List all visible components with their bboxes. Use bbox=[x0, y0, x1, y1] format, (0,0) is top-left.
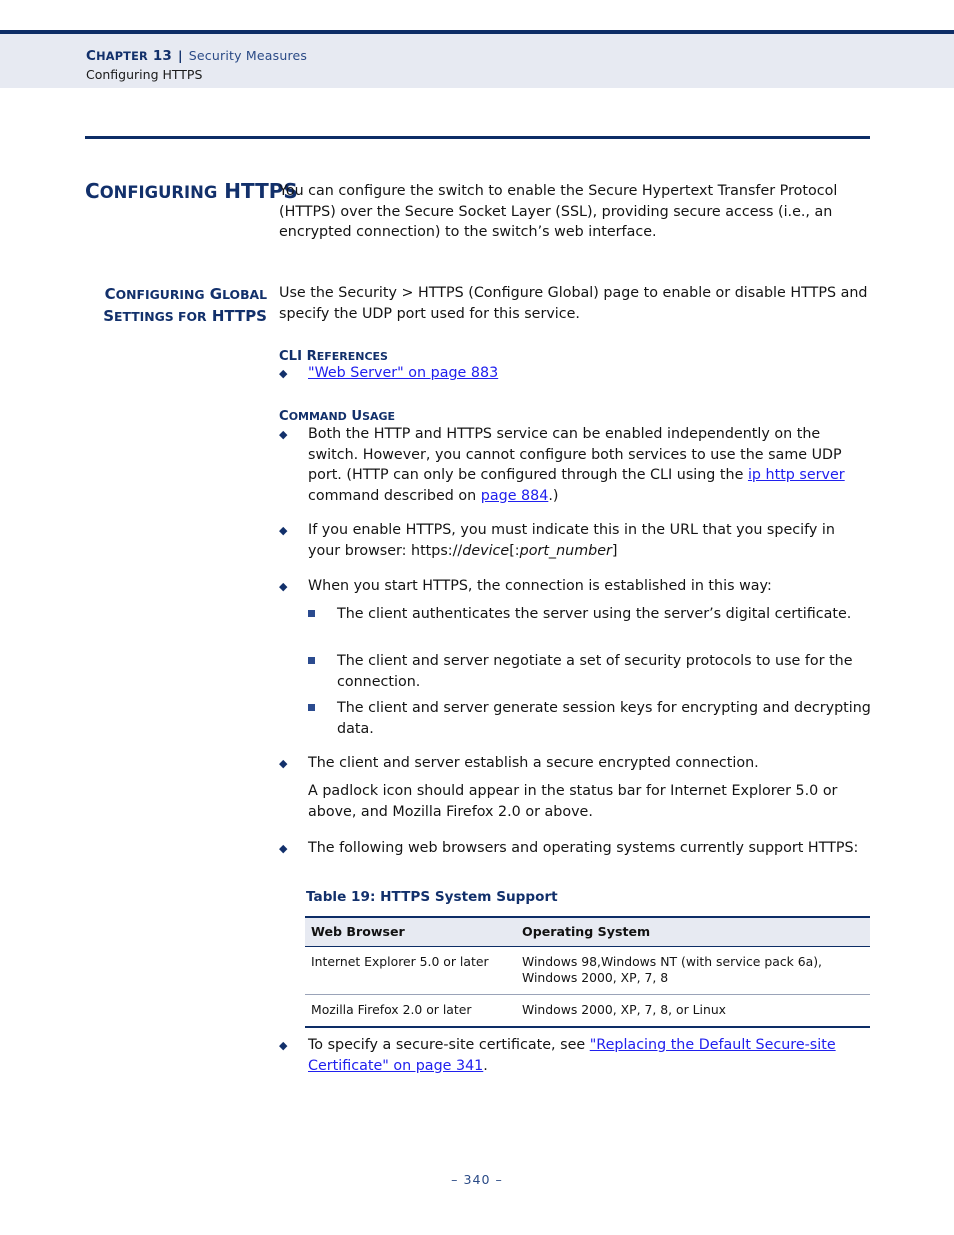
sidehead-l1-cap1: C bbox=[104, 285, 116, 303]
bullet2-italic-portnumber: port_number bbox=[519, 542, 612, 559]
table-header: Web Browser Operating System bbox=[305, 916, 870, 947]
sidehead-l1-mid: ONFIGURING bbox=[115, 287, 205, 302]
diamond-bullet-icon: ◆ bbox=[279, 367, 288, 380]
cell-os: Windows 2000, XP, 7, 8, or Linux bbox=[516, 994, 870, 1028]
command-usage-bullet-6-text: To specify a secure-site certificate, se… bbox=[308, 1035, 871, 1076]
ip-http-server-link[interactable]: ip http server bbox=[748, 467, 845, 483]
column-header-web-browser: Web Browser bbox=[305, 916, 516, 947]
square-bullet-icon bbox=[308, 610, 315, 617]
sidehead-l2-acronym: HTTPS bbox=[211, 307, 267, 325]
section-title-cap: C bbox=[85, 179, 100, 204]
table-row: Mozilla Firefox 2.0 or later Windows 200… bbox=[305, 994, 870, 1028]
sub-bullet-text: The client and server negotiate a set of… bbox=[337, 653, 853, 690]
subsection-intro-text: Use the Security > HTTPS (Configure Glob… bbox=[279, 285, 868, 322]
subsection-intro-paragraph: Use the Security > HTTPS (Configure Glob… bbox=[279, 283, 871, 324]
sub-bullet-item: The client and server generate session k… bbox=[308, 698, 871, 739]
sub-bullet-item: The client and server negotiate a set of… bbox=[308, 651, 871, 692]
command-usage-bullet-1-text: Both the HTTP and HTTPS service can be e… bbox=[308, 424, 871, 506]
table-caption: Table 19: HTTPS System Support bbox=[306, 889, 558, 905]
command-usage-bullet-4-continuation: A padlock icon should appear in the stat… bbox=[279, 781, 871, 822]
cli-references-heading: CLI REFERENCES bbox=[279, 345, 388, 364]
command-usage-bullet-4-continuation-text: A padlock icon should appear in the stat… bbox=[308, 783, 838, 820]
page-running-header: CHAPTER 13 | Security Measures Configuring… bbox=[0, 30, 954, 88]
square-bullet-icon bbox=[308, 704, 315, 711]
bullet2-italic-device: device bbox=[462, 542, 510, 559]
diamond-bullet-icon: ◆ bbox=[279, 524, 288, 537]
sidehead-l1-cap2: G bbox=[209, 285, 223, 303]
command-usage-bullet-5: ◆ The following web browsers and operati… bbox=[279, 838, 871, 859]
chapter-label-rest: HAPTER bbox=[96, 50, 148, 63]
cli-reference-item: ◆ "Web Server" on page 883 bbox=[279, 363, 871, 384]
command-usage-bullet-4: ◆ The client and server establish a secu… bbox=[279, 753, 871, 774]
square-bullet-icon bbox=[308, 657, 315, 664]
subsection-side-heading-line1: CONFIGURING GLOBAL bbox=[60, 283, 267, 305]
page-number: – 340 – bbox=[451, 1172, 503, 1187]
command-usage-heading-end: SAGE bbox=[362, 410, 396, 423]
https-system-support-table: Web Browser Operating System Internet Ex… bbox=[305, 916, 870, 1028]
diamond-bullet-icon: ◆ bbox=[279, 580, 288, 593]
cell-browser: Internet Explorer 5.0 or later bbox=[305, 946, 516, 995]
command-usage-bullet-2-text: If you enable HTTPS, you must indicate t… bbox=[308, 520, 871, 561]
chapter-number: 13 bbox=[152, 48, 173, 64]
bullet1-segment-b: command described on bbox=[308, 487, 481, 504]
command-usage-heading: COMMAND USAGE bbox=[279, 405, 395, 424]
diamond-bullet-icon: ◆ bbox=[279, 428, 288, 441]
cli-reference-link[interactable]: "Web Server" on page 883 bbox=[308, 365, 498, 381]
bullet2-segment-b: [: bbox=[509, 542, 520, 559]
bullet6-segment-a: To specify a secure-site certificate, se… bbox=[308, 1037, 590, 1053]
breadcrumb: CHAPTER 13 | Security Measures bbox=[86, 48, 307, 64]
section-intro-text: You can configure the switch to enable t… bbox=[279, 183, 838, 240]
column-header-operating-system: Operating System bbox=[516, 916, 870, 947]
command-usage-bullet-1: ◆ Both the HTTP and HTTPS service can be… bbox=[279, 424, 871, 506]
diamond-bullet-icon: ◆ bbox=[279, 757, 288, 770]
bullet2-segment-c: ] bbox=[611, 542, 618, 559]
cli-reference-text: "Web Server" on page 883 bbox=[308, 363, 871, 384]
sub-bullet-text: The client and server generate session k… bbox=[337, 700, 871, 737]
sidehead-l2-mid: ETTINGS FOR bbox=[114, 309, 207, 324]
command-usage-bullet-2: ◆ If you enable HTTPS, you must indicate… bbox=[279, 520, 871, 561]
command-usage-bullet-4-text: The client and server establish a secure… bbox=[308, 755, 759, 771]
page-title: CONFIGURING HTTPS bbox=[85, 168, 298, 206]
diamond-bullet-icon: ◆ bbox=[279, 1039, 288, 1052]
table-header-row: Web Browser Operating System bbox=[305, 916, 870, 947]
section-divider-rule bbox=[85, 136, 870, 139]
breadcrumb-separator: | bbox=[178, 48, 183, 63]
page-footer: – 340 – bbox=[0, 1172, 954, 1187]
section-title-smallcaps: ONFIGURING bbox=[99, 183, 218, 203]
command-usage-bullet-5-text: The following web browsers and operating… bbox=[308, 840, 859, 856]
bullet6-segment-b: . bbox=[483, 1057, 488, 1074]
command-usage-bullet-3-text: When you start HTTPS, the connection is … bbox=[308, 578, 772, 594]
command-usage-heading-cap1: C bbox=[279, 409, 289, 424]
cell-browser: Mozilla Firefox 2.0 or later bbox=[305, 994, 516, 1028]
sub-bullet-item: The client authenticates the server usin… bbox=[308, 604, 871, 625]
command-usage-heading-cap2: U bbox=[351, 409, 363, 424]
page-884-link[interactable]: page 884 bbox=[481, 488, 549, 504]
chapter-label-cap: C bbox=[86, 48, 97, 64]
sub-bullet-text: The client authenticates the server usin… bbox=[337, 606, 852, 622]
subsection-side-heading: CONFIGURING GLOBAL SETTINGS FOR HTTPS bbox=[60, 283, 267, 327]
subsection-side-heading-line2: SETTINGS FOR HTTPS bbox=[60, 305, 267, 327]
command-usage-heading-mid: OMMAND bbox=[288, 410, 347, 423]
command-usage-bullet-3: ◆ When you start HTTPS, the connection i… bbox=[279, 576, 871, 597]
table-body: Internet Explorer 5.0 or later Windows 9… bbox=[305, 946, 870, 1028]
section-intro-paragraph: You can configure the switch to enable t… bbox=[279, 181, 871, 243]
diamond-bullet-icon: ◆ bbox=[279, 842, 288, 855]
sidehead-l1-end: LOBAL bbox=[222, 287, 267, 302]
bullet1-segment-c: .) bbox=[548, 487, 559, 504]
command-usage-bullet-6: ◆ To specify a secure-site certificate, … bbox=[279, 1035, 871, 1076]
table-row: Internet Explorer 5.0 or later Windows 9… bbox=[305, 946, 870, 995]
sidehead-l2-cap: S bbox=[103, 307, 114, 325]
cell-os: Windows 98,Windows NT (with service pack… bbox=[516, 946, 870, 995]
header-subtitle: Configuring HTTPS bbox=[86, 67, 203, 82]
chapter-name: Security Measures bbox=[188, 48, 308, 63]
cli-references-heading-rest: EFERENCES bbox=[316, 350, 388, 363]
cli-references-heading-cap: CLI R bbox=[279, 349, 317, 364]
